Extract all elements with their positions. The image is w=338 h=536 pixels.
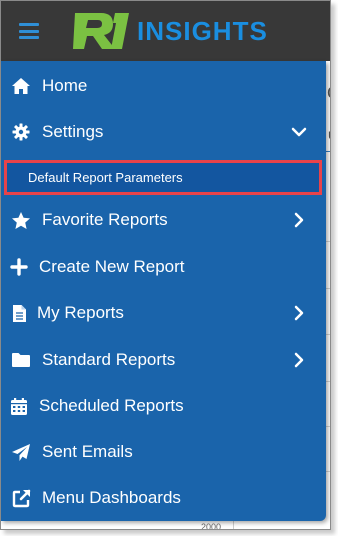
hamburger-menu-icon[interactable] xyxy=(19,23,39,39)
background-divider xyxy=(326,334,330,335)
side-menu: Home Settings Default Report Parameters … xyxy=(1,61,326,521)
menu-item-favorite-reports[interactable]: Favorite Reports xyxy=(1,197,326,243)
background-divider xyxy=(326,426,330,427)
r1-logo-icon xyxy=(73,13,129,49)
background-fragment: c xyxy=(327,81,330,104)
menu-item-settings[interactable]: Settings xyxy=(1,109,326,155)
menu-item-home[interactable]: Home xyxy=(1,63,326,109)
submenu-item-default-report-parameters[interactable]: Default Report Parameters xyxy=(4,160,322,195)
background-fragment: u xyxy=(328,126,330,142)
document-icon xyxy=(9,303,29,323)
menu-item-scheduled-reports[interactable]: Scheduled Reports xyxy=(1,383,326,429)
brand-name: INSIGHTS xyxy=(137,15,268,46)
home-icon xyxy=(11,76,31,96)
background-divider xyxy=(326,151,330,152)
calendar-icon xyxy=(9,396,29,416)
menu-item-sent-emails[interactable]: Sent Emails xyxy=(1,429,326,475)
chevron-down-icon[interactable] xyxy=(291,124,307,140)
menu-item-label: Menu Dashboards xyxy=(42,488,181,507)
top-bar: INSIGHTS xyxy=(1,1,330,61)
menu-item-label: Home xyxy=(42,76,88,95)
menu-item-my-reports[interactable]: My Reports xyxy=(1,290,326,336)
plus-icon xyxy=(9,257,29,277)
chevron-right-icon[interactable] xyxy=(291,305,307,321)
background-axis-value: 2000 xyxy=(201,522,222,530)
menu-item-create-new-report[interactable]: Create New Report xyxy=(1,244,326,290)
menu-item-label: Create New Report xyxy=(39,257,185,276)
background-divider xyxy=(326,241,330,242)
background-divider xyxy=(326,471,330,472)
chevron-right-icon[interactable] xyxy=(291,352,307,368)
menu-item-label: Scheduled Reports xyxy=(39,396,184,415)
app-logo[interactable]: INSIGHTS xyxy=(71,9,268,53)
menu-item-label: Settings xyxy=(42,122,104,141)
menu-item-label: Favorite Reports xyxy=(42,210,168,229)
app-window: INSIGHTS c u 2000 Home xyxy=(0,0,331,530)
chevron-right-icon[interactable] xyxy=(291,212,307,228)
folder-icon xyxy=(11,350,31,370)
background-divider xyxy=(326,288,330,289)
paper-plane-icon xyxy=(11,442,31,462)
submenu-item-label: Default Report Parameters xyxy=(28,170,183,185)
menu-item-label: Sent Emails xyxy=(42,442,133,461)
menu-item-standard-reports[interactable]: Standard Reports xyxy=(1,337,326,383)
gear-icon xyxy=(11,122,31,142)
background-divider xyxy=(326,381,330,382)
star-icon xyxy=(11,210,31,230)
menu-item-label: Standard Reports xyxy=(42,350,176,369)
external-link-icon xyxy=(11,488,31,508)
menu-item-menu-dashboards[interactable]: Menu Dashboards xyxy=(1,475,326,521)
menu-item-label: My Reports xyxy=(37,303,124,322)
